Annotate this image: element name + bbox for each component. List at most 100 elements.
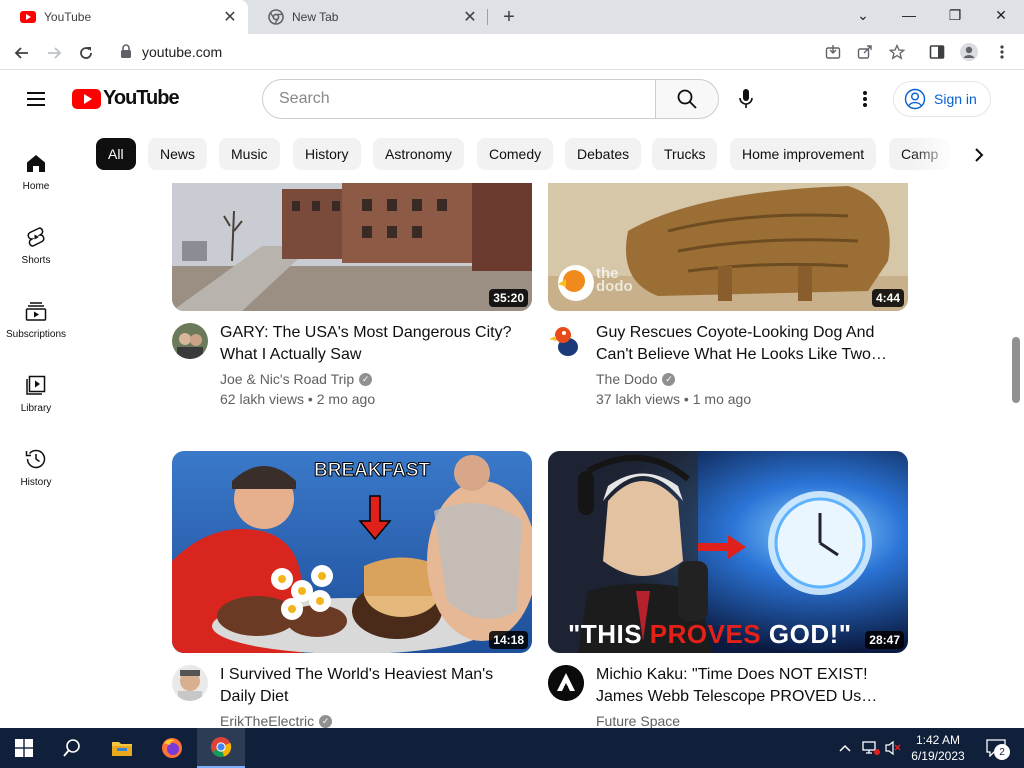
- channel-name-text: Future Space: [596, 713, 681, 728]
- sidebar-item-history[interactable]: History: [0, 439, 72, 503]
- close-window-button[interactable]: ✕: [978, 0, 1024, 30]
- tab-youtube[interactable]: YouTube ✕: [0, 0, 248, 34]
- tab-new-tab[interactable]: New Tab ✕: [248, 0, 488, 34]
- back-button[interactable]: [9, 40, 35, 66]
- chip-trucks[interactable]: Trucks: [652, 138, 718, 170]
- chip-music[interactable]: Music: [219, 138, 280, 170]
- view-count: 37 lakh views: [596, 391, 681, 407]
- sidebar-item-home[interactable]: Home: [0, 143, 72, 207]
- lock-icon[interactable]: [120, 44, 134, 58]
- clock-date: 6/19/2023: [911, 749, 965, 763]
- video-metadata: 37 lakh views • 1 mo ago: [596, 391, 752, 407]
- action-center-button[interactable]: 2: [982, 728, 1010, 768]
- reload-button[interactable]: [73, 40, 99, 66]
- video-title[interactable]: Guy Rescues Coyote-Looking Dog And Can't…: [596, 322, 896, 366]
- chrome-favicon-icon: [268, 9, 284, 25]
- video-thumbnail[interactable]: the dodo 4:44: [548, 183, 908, 311]
- bookmark-star-icon[interactable]: [887, 42, 907, 62]
- channel-name[interactable]: ErikTheElectric ✓: [220, 713, 333, 728]
- sidebar-item-shorts[interactable]: Shorts: [0, 217, 72, 281]
- new-tab-button[interactable]: +: [498, 6, 520, 28]
- chip-astronomy[interactable]: Astronomy: [373, 138, 464, 170]
- start-button[interactable]: [0, 728, 48, 768]
- sidebar-item-label: Shorts: [21, 255, 51, 266]
- share-icon[interactable]: [855, 42, 875, 62]
- verified-check-icon: ✓: [359, 372, 373, 386]
- file-explorer-button[interactable]: [98, 728, 146, 768]
- scrollbar-thumb[interactable]: [1012, 337, 1020, 403]
- video-thumbnail[interactable]: "THIS PROVES GOD!" 28:47: [548, 451, 908, 653]
- video-thumbnail[interactable]: BREAKFAST 14:18: [172, 451, 532, 653]
- sidebar-item-library[interactable]: Library: [0, 365, 72, 429]
- chrome-menu-icon[interactable]: [992, 42, 1012, 62]
- channel-avatar[interactable]: [172, 665, 208, 701]
- search-icon: [677, 89, 697, 109]
- sidebar-item-subscriptions[interactable]: Subscriptions: [0, 291, 72, 355]
- video-title[interactable]: Michio Kaku: "Time Does NOT EXIST! James…: [596, 664, 896, 708]
- chip-history[interactable]: History: [293, 138, 361, 170]
- chrome-icon: [211, 737, 232, 757]
- system-clock[interactable]: 1:42 AM 6/19/2023: [904, 732, 972, 764]
- chevron-up-icon: [839, 744, 851, 752]
- chrome-taskbar-button[interactable]: [197, 728, 245, 768]
- chevron-right-icon[interactable]: [966, 142, 992, 168]
- settings-menu-icon[interactable]: [852, 85, 878, 113]
- voice-search-button[interactable]: [732, 85, 760, 113]
- volume-control[interactable]: [884, 728, 902, 768]
- firefox-button[interactable]: [148, 728, 196, 768]
- channel-avatar[interactable]: [172, 323, 208, 359]
- side-panel-icon[interactable]: [927, 42, 947, 62]
- logo-text: YouTube: [103, 87, 180, 109]
- install-app-icon[interactable]: [823, 42, 843, 62]
- restore-button[interactable]: ❐: [932, 0, 978, 30]
- tab-search-button[interactable]: ⌄: [840, 0, 886, 30]
- channel-name[interactable]: Joe & Nic's Road Trip ✓: [220, 371, 373, 387]
- sign-in-button[interactable]: Sign in: [893, 81, 991, 117]
- filter-chips-bar: All News Music History Astronomy Comedy …: [96, 138, 996, 170]
- minimize-button[interactable]: —: [886, 0, 932, 30]
- hamburger-menu-icon[interactable]: [24, 88, 48, 110]
- duration-badge: 35:20: [489, 289, 528, 307]
- chip-news[interactable]: News: [148, 138, 208, 170]
- url-text: youtube.com: [142, 44, 223, 60]
- home-icon: [24, 151, 48, 175]
- search-button[interactable]: [655, 79, 719, 119]
- upload-age: 2 mo ago: [316, 391, 376, 407]
- video-thumbnail[interactable]: 35:20: [172, 183, 532, 311]
- thumbnail-text-part: "THIS: [568, 619, 650, 649]
- browser-tabstrip: YouTube ✕ New Tab ✕ + ⌄ — ❐ ✕: [0, 0, 1024, 34]
- chip-all[interactable]: All: [96, 138, 136, 170]
- channel-name[interactable]: Future Space: [596, 713, 680, 728]
- channel-avatar[interactable]: [548, 323, 584, 359]
- verified-check-icon: ✓: [662, 372, 676, 386]
- channel-name-text: The Dodo: [596, 371, 658, 387]
- thumbnail-text-part: PROVES: [649, 619, 762, 649]
- youtube-play-icon: [72, 88, 101, 109]
- youtube-logo[interactable]: YouTube: [72, 87, 180, 110]
- chip-comedy[interactable]: Comedy: [477, 138, 554, 170]
- microphone-icon: [739, 89, 753, 108]
- chip-home-improvement[interactable]: Home improvement: [730, 138, 877, 170]
- close-tab-icon[interactable]: ✕: [220, 7, 240, 27]
- show-hidden-icons[interactable]: [838, 728, 852, 768]
- windows-logo-icon: [15, 739, 33, 757]
- search-input[interactable]: Search: [262, 79, 656, 119]
- channel-avatar[interactable]: [548, 665, 584, 701]
- profile-avatar-icon[interactable]: [959, 42, 979, 62]
- youtube-favicon-icon: [20, 9, 36, 25]
- video-title[interactable]: GARY: The USA's Most Dangerous City? Wha…: [220, 322, 520, 366]
- forward-button[interactable]: [41, 40, 67, 66]
- video-title[interactable]: I Survived The World's Heaviest Man's Da…: [220, 664, 520, 708]
- duration-badge: 28:47: [865, 631, 904, 649]
- windows-taskbar: 1:42 AM 6/19/2023 2: [0, 728, 1024, 768]
- firefox-icon: [162, 738, 182, 758]
- chip-debates[interactable]: Debates: [565, 138, 642, 170]
- thumbnail-text: BREAKFAST: [313, 460, 431, 482]
- page-scrollbar[interactable]: [1008, 127, 1024, 728]
- history-icon: [24, 447, 48, 471]
- tab-title: YouTube: [44, 10, 92, 24]
- channel-name[interactable]: The Dodo ✓: [596, 371, 676, 387]
- taskbar-search-button[interactable]: [48, 728, 96, 768]
- close-tab-icon[interactable]: ✕: [460, 7, 480, 27]
- network-status[interactable]: [862, 728, 880, 768]
